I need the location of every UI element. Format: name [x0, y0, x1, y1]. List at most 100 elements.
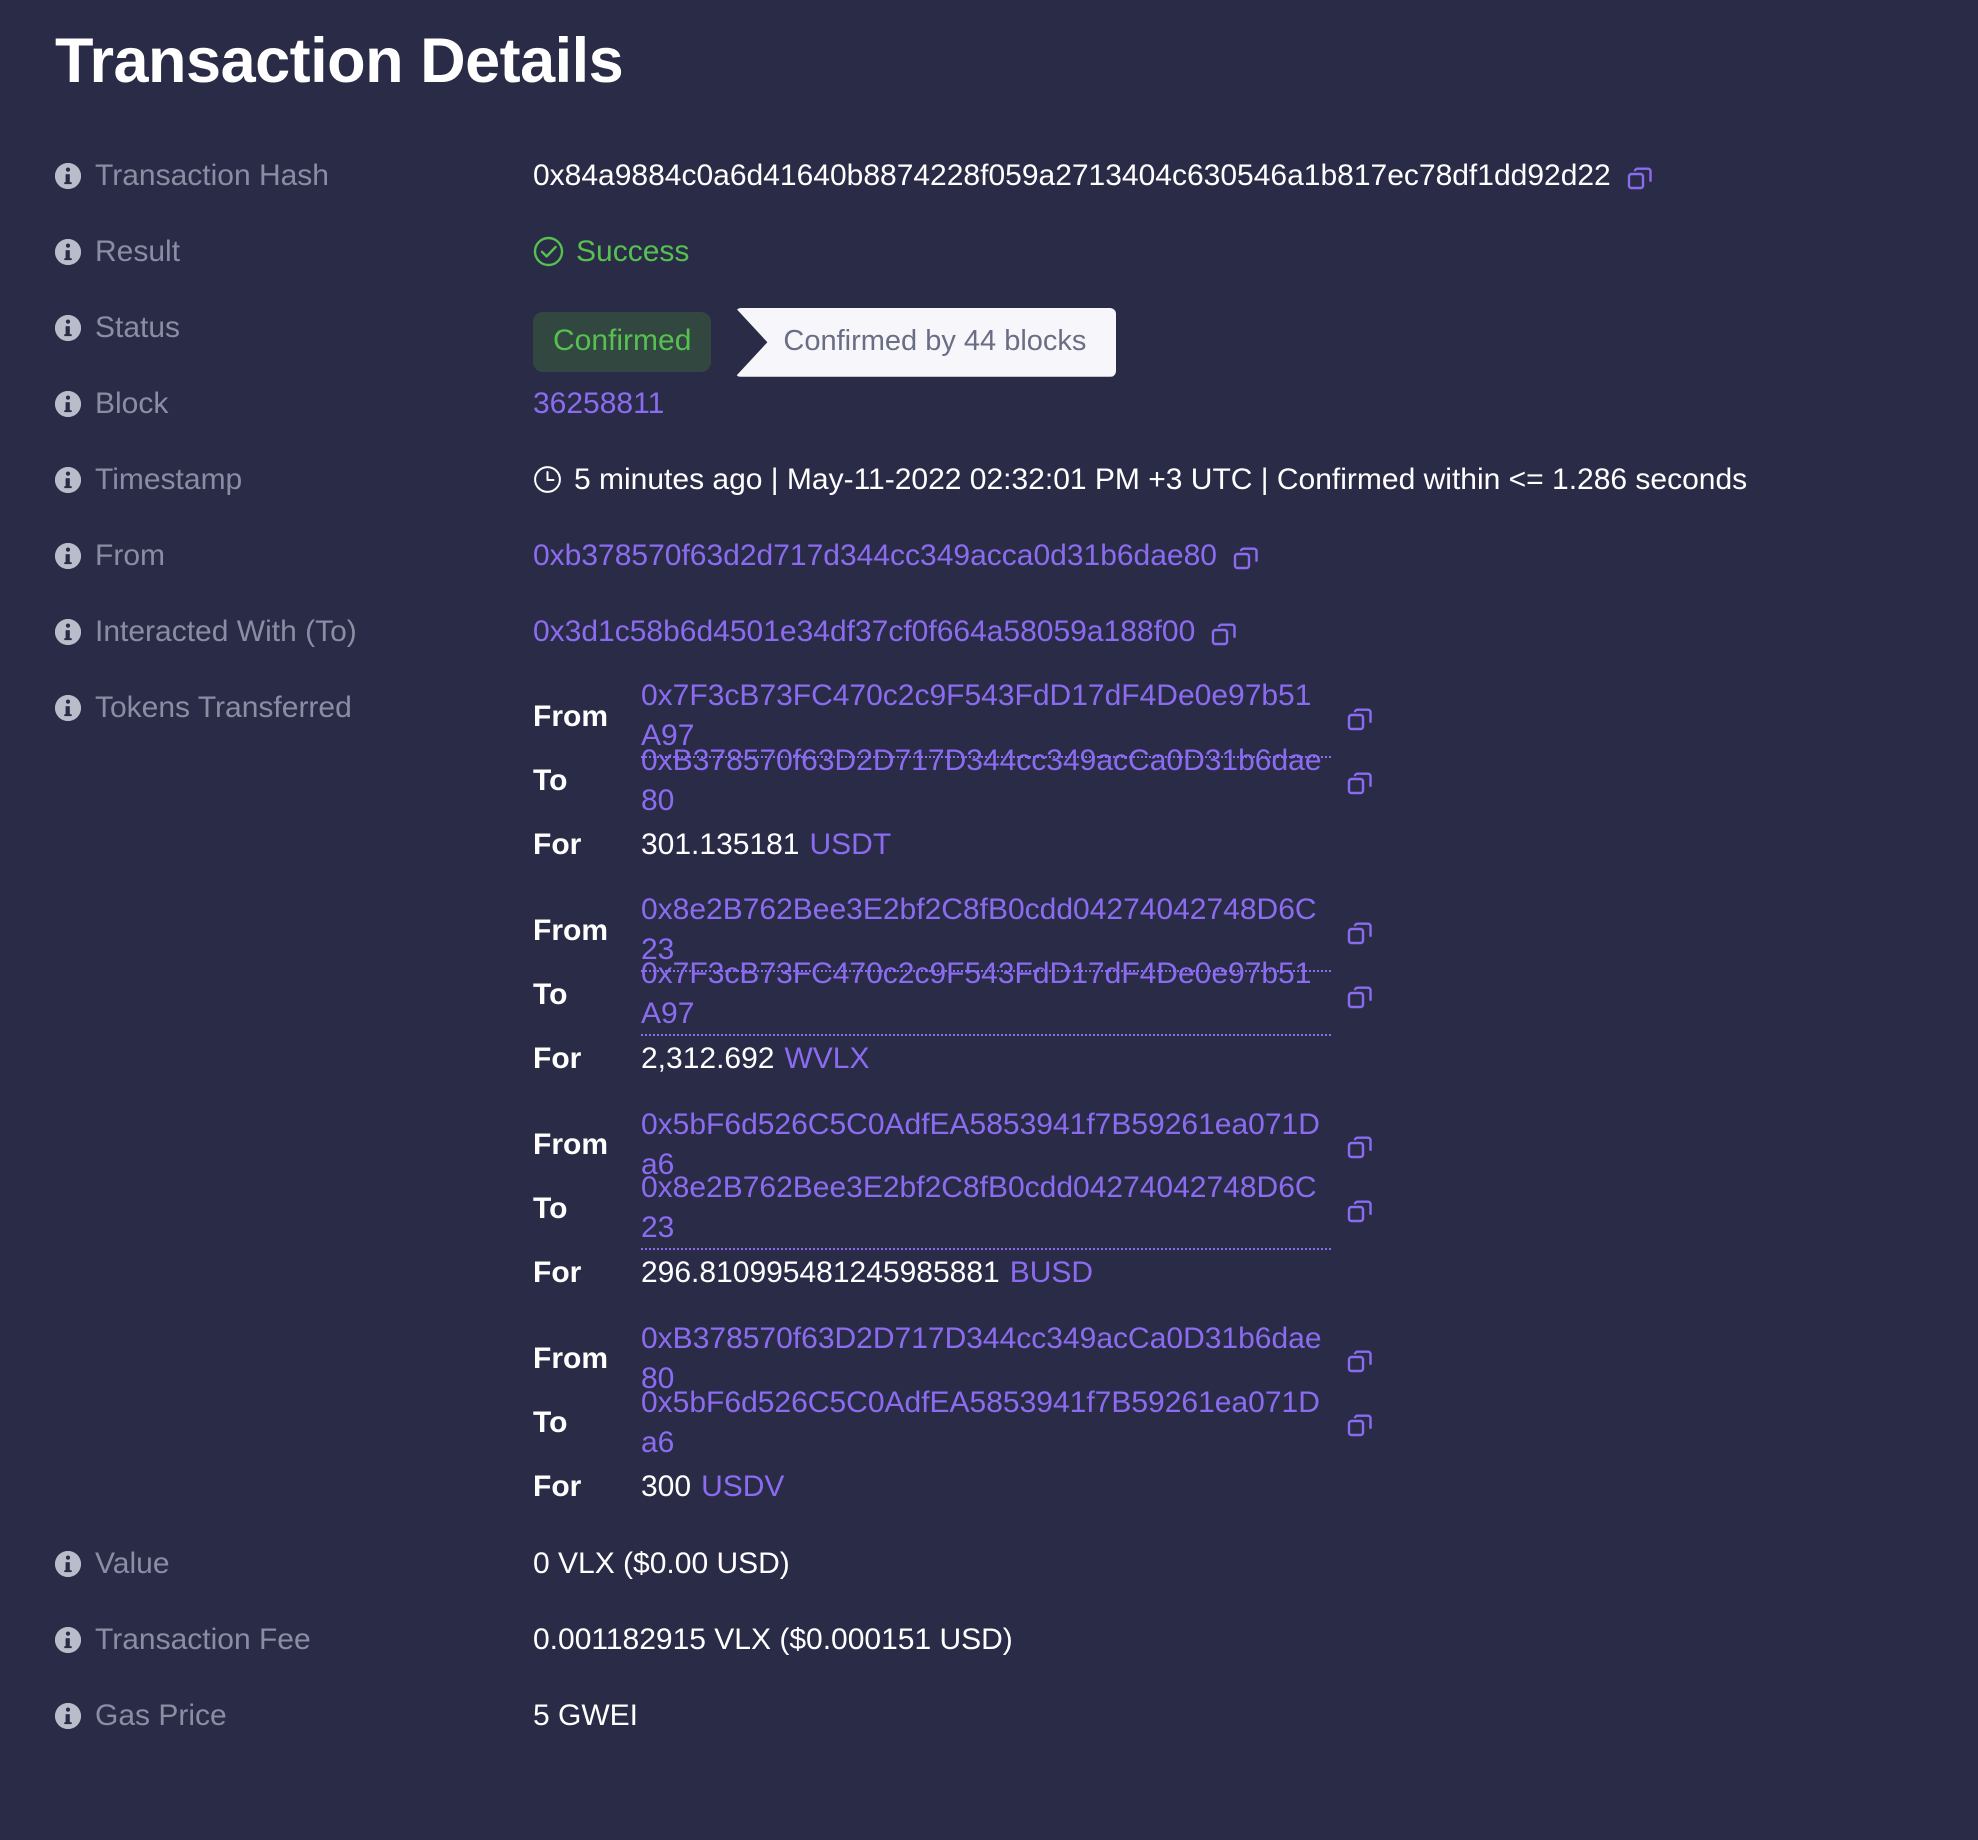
copy-icon[interactable] [1347, 1198, 1373, 1224]
token-transfer-to-label: To [533, 975, 641, 1015]
info-icon[interactable] [55, 467, 81, 493]
status-wrapper: Confirmed Confirmed by 44 blocks [533, 308, 1116, 377]
token-transfer-to-label: To [533, 761, 641, 801]
token-transfer-amount: 2,312.692 [641, 1039, 774, 1079]
label-timestamp: Timestamp [55, 457, 533, 500]
token-transfer-to-line: To0xB378570f63D2D717D344cc349acCa0D31b6d… [533, 749, 1923, 813]
result-status: Success [533, 232, 689, 272]
token-transfer-to-address-link[interactable]: 0x8e2B762Bee3E2bf2C8fB0cdd04274042748D6C… [641, 1168, 1331, 1250]
label-text: Tokens Transferred [95, 688, 352, 728]
info-icon[interactable] [55, 239, 81, 265]
token-transfer-symbol[interactable]: WVLX [784, 1039, 869, 1079]
info-icon[interactable] [55, 315, 81, 341]
label-text: Block [95, 384, 168, 424]
token-transfer-for-value: 296.810995481245985881BUSD [641, 1253, 1093, 1293]
info-icon[interactable] [55, 695, 81, 721]
copy-icon[interactable] [1347, 1348, 1373, 1374]
info-icon[interactable] [55, 1627, 81, 1653]
value-transaction-fee: 0.001182915 VLX ($0.000151 USD) [533, 1617, 1923, 1660]
clock-icon [533, 465, 562, 494]
info-icon[interactable] [55, 1703, 81, 1729]
row-value: Value 0 VLX ($0.00 USD) [55, 1541, 1923, 1617]
value-interacted-with: 0x3d1c58b6d4501e34df37cf0f664a58059a188f… [533, 609, 1923, 652]
token-transfer-symbol[interactable]: USDV [701, 1467, 784, 1507]
token-transfer-to-line: To0x7F3cB73FC470c2c9F543FdD17dF4De0e97b5… [533, 963, 1923, 1027]
token-transfer-group: From0xB378570f63D2D717D344cc349acCa0D31b… [533, 1327, 1923, 1541]
copy-icon[interactable] [1347, 1134, 1373, 1160]
token-transfer-symbol[interactable]: USDT [810, 825, 892, 865]
token-transfer-from-line: From0xB378570f63D2D717D344cc349acCa0D31b… [533, 1327, 1923, 1391]
label-text: From [95, 536, 165, 576]
label-text: Gas Price [95, 1696, 227, 1736]
row-interacted-with: Interacted With (To) 0x3d1c58b6d4501e34d… [55, 609, 1923, 685]
info-icon[interactable] [55, 619, 81, 645]
token-transfer-group: From0x8e2B762Bee3E2bf2C8fB0cdd0427404274… [533, 899, 1923, 1113]
label-text: Transaction Fee [95, 1620, 311, 1660]
token-transfer-to-address-link[interactable]: 0x7F3cB73FC470c2c9F543FdD17dF4De0e97b51A… [641, 954, 1331, 1036]
row-transaction-fee: Transaction Fee 0.001182915 VLX ($0.0001… [55, 1617, 1923, 1693]
token-transfer-amount: 300 [641, 1467, 691, 1507]
token-transfer-from-label: From [533, 1125, 641, 1165]
label-text: Status [95, 308, 180, 348]
token-transfer-to-address-link[interactable]: 0xB378570f63D2D717D344cc349acCa0D31b6dae… [641, 741, 1331, 821]
copy-icon[interactable] [1347, 920, 1373, 946]
copy-icon[interactable] [1233, 545, 1259, 571]
copy-icon[interactable] [1627, 165, 1653, 191]
label-result: Result [55, 229, 533, 272]
label-text: Value [95, 1544, 170, 1584]
transaction-hash-text: 0x84a9884c0a6d41640b8874228f059a2713404c… [533, 156, 1611, 196]
row-result: Result Success [55, 229, 1923, 305]
token-transfer-to-line: To0x5bF6d526C5C0AdfEA5853941f7B59261ea07… [533, 1391, 1923, 1455]
label-block: Block [55, 381, 533, 424]
value-timestamp: 5 minutes ago | May-11-2022 02:32:01 PM … [533, 457, 1923, 500]
info-icon[interactable] [55, 391, 81, 417]
token-transfer-amount: 301.135181 [641, 825, 800, 865]
page-title: Transaction Details [55, 0, 1923, 101]
transaction-details-page: Transaction Details Transaction Hash 0x8… [0, 0, 1978, 1840]
from-address-link[interactable]: 0xb378570f63d2d717d344cc349acca0d31b6dae… [533, 536, 1217, 576]
check-circle-icon [533, 236, 564, 267]
token-transfer-for-label: For [533, 825, 641, 865]
details-rows: Transaction Hash 0x84a9884c0a6d41640b887… [55, 153, 1923, 1769]
gas-price-text: 5 GWEI [533, 1696, 638, 1736]
block-link[interactable]: 36258811 [533, 384, 664, 424]
label-text: Timestamp [95, 460, 242, 500]
value-status: Confirmed Confirmed by 44 blocks [533, 305, 1923, 377]
token-transfer-for-value: 2,312.692WVLX [641, 1039, 870, 1079]
label-gas-price: Gas Price [55, 1693, 533, 1736]
token-transfer-to-cell: 0xB378570f63D2D717D344cc349acCa0D31b6dae… [641, 741, 1331, 821]
value-text: 0 VLX ($0.00 USD) [533, 1544, 790, 1584]
label-transaction-hash: Transaction Hash [55, 153, 533, 196]
interacted-with-address-link[interactable]: 0x3d1c58b6d4501e34df37cf0f664a58059a188f… [533, 612, 1195, 652]
copy-icon[interactable] [1347, 706, 1373, 732]
token-transfer-from-line: From0x7F3cB73FC470c2c9F543FdD17dF4De0e97… [533, 685, 1923, 749]
token-transfer-for-line: For296.810995481245985881BUSD [533, 1241, 1923, 1305]
token-transfer-for-line: For2,312.692WVLX [533, 1027, 1923, 1091]
token-transfer-for-label: For [533, 1253, 641, 1293]
copy-icon[interactable] [1347, 770, 1373, 796]
value-transaction-hash: 0x84a9884c0a6d41640b8874228f059a2713404c… [533, 153, 1923, 196]
token-transfer-for-label: For [533, 1467, 641, 1507]
value-tokens-transferred: From 0x7F3cB73FC470c2c9F543FdD17dF4De0e97… [533, 685, 1923, 1541]
copy-icon[interactable] [1347, 984, 1373, 1010]
value-result: Success [533, 229, 1923, 272]
label-value: Value [55, 1541, 533, 1584]
info-icon[interactable] [55, 1551, 81, 1577]
info-icon[interactable] [55, 543, 81, 569]
row-tokens-transferred: Tokens Transferred From 0x7F3cB73FC470c2c… [55, 685, 1923, 1541]
token-transfer-from-label: From [533, 697, 641, 737]
label-from: From [55, 533, 533, 576]
token-transfer-symbol[interactable]: BUSD [1010, 1253, 1093, 1293]
info-icon[interactable] [55, 163, 81, 189]
token-transfer-to-cell: 0x7F3cB73FC470c2c9F543FdD17dF4De0e97b51A… [641, 954, 1331, 1036]
value-gas-price: 5 GWEI [533, 1693, 1923, 1736]
token-transfer-amount: 296.810995481245985881 [641, 1253, 1000, 1293]
copy-icon[interactable] [1211, 621, 1237, 647]
transaction-fee-text: 0.001182915 VLX ($0.000151 USD) [533, 1620, 1013, 1660]
token-transfer-to-address-link[interactable]: 0x5bF6d526C5C0AdfEA5853941f7B59261ea071D… [641, 1383, 1331, 1463]
label-text: Result [95, 232, 180, 272]
token-transfer-to-label: To [533, 1189, 641, 1229]
result-text: Success [576, 232, 689, 272]
copy-icon[interactable] [1347, 1412, 1373, 1438]
token-transfer-to-cell: 0x5bF6d526C5C0AdfEA5853941f7B59261ea071D… [641, 1383, 1331, 1463]
